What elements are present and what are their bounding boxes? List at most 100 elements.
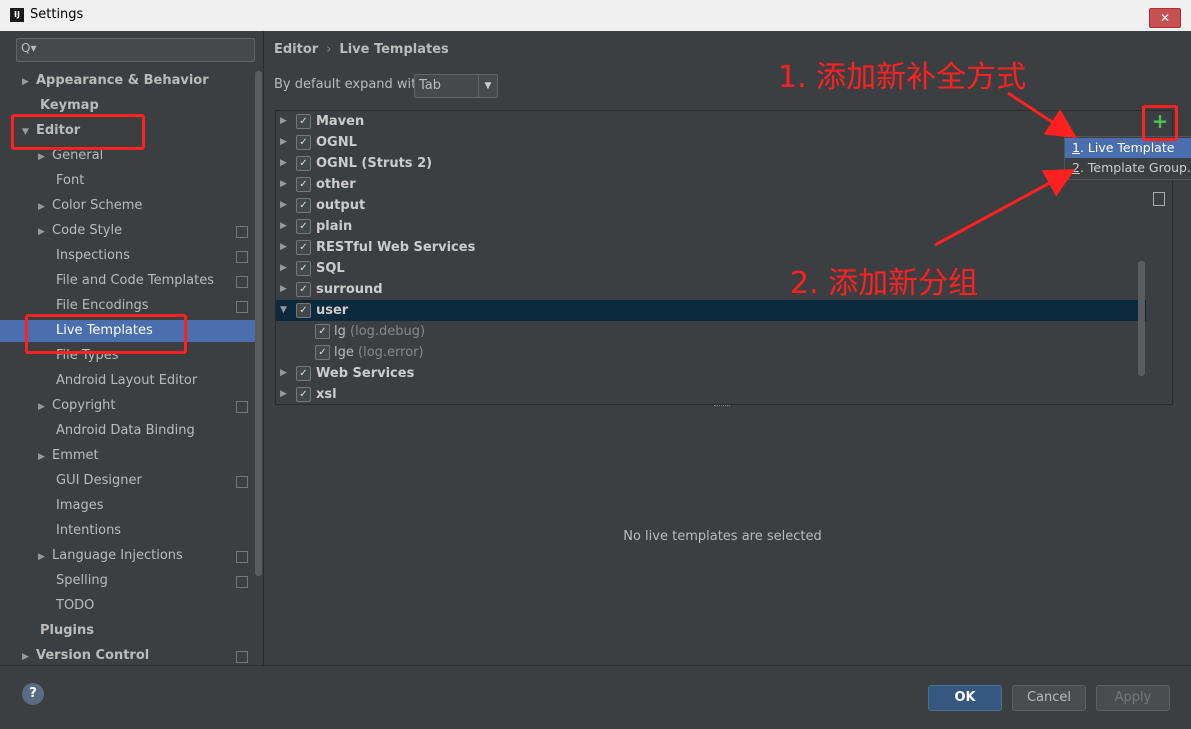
group-checkbox[interactable]: ✓ [296,219,311,234]
sidebar-item-images[interactable]: Images [56,495,104,517]
chevron-right-icon: ▶ [38,452,45,462]
group-checkbox[interactable]: ✓ [296,135,311,150]
group-checkbox[interactable]: ✓ [296,282,311,297]
search-icon: Q▾ [21,41,37,55]
duplicate-icon[interactable] [1153,192,1165,206]
chevron-right-icon: ▶ [280,368,287,378]
group-checkbox[interactable]: ✓ [296,366,311,381]
add-popup-menu: 1. Live Template 2. Template Group... [1064,136,1191,180]
sidebar-item-file-types[interactable]: File Types [56,345,119,367]
sidebar-item-color-scheme[interactable]: ▶ Color Scheme [38,195,142,217]
template-group-row[interactable]: ▶ ✓ Web Services [276,363,1146,384]
sidebar-item-gui-designer[interactable]: GUI Designer [56,470,142,492]
template-group-row[interactable]: ▶ ✓ xsl [276,384,1146,404]
window-title: Settings [30,7,84,22]
chevron-right-icon: ▶ [280,221,287,231]
group-checkbox[interactable]: ✓ [296,387,311,402]
project-scope-icon [236,576,248,588]
cancel-button[interactable]: Cancel [1012,685,1086,711]
expand-with-select[interactable]: Tab ▼ [414,74,498,98]
group-checkbox[interactable]: ✓ [296,240,311,255]
splitter-handle[interactable] [714,405,730,408]
sidebar-item-android-layout-editor[interactable]: Android Layout Editor [56,370,197,392]
template-row[interactable]: ✓ lge (log.error) [276,342,1146,363]
dialog-footer: ? OK Cancel Apply [0,665,1191,729]
sidebar-item-inspections[interactable]: Inspections [56,245,130,267]
chevron-right-icon: ▶ [38,202,45,212]
template-group-row[interactable]: ▶ ✓ SQL [276,258,1146,279]
sidebar-item-editor[interactable]: ▼ Editor [22,120,80,142]
sidebar-item-todo[interactable]: TODO [56,595,94,617]
ok-button[interactable]: OK [928,685,1002,711]
apply-button[interactable]: Apply [1096,685,1170,711]
sidebar-item-spelling[interactable]: Spelling [56,570,108,592]
add-button[interactable]: + [1150,111,1170,132]
template-group-row[interactable]: ▶ ✓ Maven [276,111,1146,132]
group-checkbox[interactable]: ✓ [296,156,311,171]
template-group-row[interactable]: ▶ ✓ OGNL [276,132,1146,153]
template-group-row[interactable]: ▶ ✓ surround [276,279,1146,300]
project-scope-icon [236,401,248,413]
template-group-row[interactable]: ▶ ✓ plain [276,216,1146,237]
template-group-row-user[interactable]: ▼ ✓ user [276,300,1146,321]
group-checkbox[interactable]: ✓ [296,261,311,276]
project-scope-icon [236,551,248,563]
chevron-down-icon: ▼ [280,305,287,315]
sidebar-item-file-code-templates[interactable]: File and Code Templates [56,270,214,292]
sidebar-item-live-templates[interactable]: Live Templates [0,320,262,342]
search-input[interactable]: Q▾ [16,38,255,62]
sidebar-item-android-data-binding[interactable]: Android Data Binding [56,420,195,442]
project-scope-icon [236,651,248,663]
intellij-logo-icon: IJ [10,8,24,22]
list-scrollbar[interactable] [1138,261,1145,376]
sidebar-item-intentions[interactable]: Intentions [56,520,121,542]
sidebar-item-general[interactable]: ▶ General [38,145,103,167]
group-checkbox[interactable]: ✓ [296,303,311,318]
chevron-right-icon: ▶ [38,552,45,562]
chevron-right-icon: ▶ [280,116,287,126]
settings-window: IJ Settings ✕ Q▾ ▶ Appearance & Behavior … [0,0,1191,729]
project-scope-icon [236,476,248,488]
chevron-right-icon: ▶ [38,227,45,237]
template-group-row[interactable]: ▶ ✓ OGNL (Struts 2) [276,153,1146,174]
group-checkbox[interactable]: ✓ [296,198,311,213]
menu-item-template-group[interactable]: 2. Template Group... [1065,158,1191,178]
chevron-right-icon: ▶ [280,389,287,399]
menu-item-live-template[interactable]: 1. Live Template [1065,138,1191,158]
sidebar-item-emmet[interactable]: ▶ Emmet [38,445,99,467]
sidebar-item-keymap[interactable]: Keymap [40,95,99,117]
sidebar-item-copyright[interactable]: ▶ Copyright [38,395,116,417]
chevron-right-icon: ▶ [22,77,29,87]
chevron-right-icon: ▶ [280,242,287,252]
project-scope-icon [236,301,248,313]
chevron-down-icon: ▼ [22,127,29,137]
chevron-right-icon: ▶ [38,152,45,162]
group-checkbox[interactable]: ✓ [296,114,311,129]
expand-with-label: By default expand with [274,77,425,92]
chevron-right-icon: ▶ [280,200,287,210]
sidebar-scrollbar[interactable] [255,71,262,576]
sidebar-item-font[interactable]: Font [56,170,84,192]
close-button[interactable]: ✕ [1149,8,1181,28]
sidebar-item-appearance[interactable]: ▶ Appearance & Behavior [22,70,209,92]
sidebar-item-file-encodings[interactable]: File Encodings [56,295,149,317]
chevron-right-icon: ▶ [280,179,287,189]
sidebar-item-plugins[interactable]: Plugins [40,620,94,642]
template-checkbox[interactable]: ✓ [315,324,330,339]
live-templates-panel: Editor › Live Templates By default expand … [264,31,1191,665]
template-group-row[interactable]: ▶ ✓ RESTful Web Services [276,237,1146,258]
breadcrumb: Editor › Live Templates [274,42,449,57]
chevron-right-icon: ▶ [280,137,287,147]
template-row[interactable]: ✓ lg (log.debug) [276,321,1146,342]
group-checkbox[interactable]: ✓ [296,177,311,192]
template-checkbox[interactable]: ✓ [315,345,330,360]
template-groups-tree[interactable]: ▶ ✓ Maven ▶ ✓ OGNL ▶ ✓ OGNL (Struts 2) ▶ ✓ other… [275,110,1147,405]
sidebar-item-language-injections[interactable]: ▶ Language Injections [38,545,183,567]
close-icon: ✕ [1159,11,1171,25]
project-scope-icon [236,251,248,263]
sidebar-item-code-style[interactable]: ▶ Code Style [38,220,122,242]
sidebar-item-version-control[interactable]: ▶ Version Control [22,645,149,667]
help-button[interactable]: ? [22,683,44,705]
template-group-row[interactable]: ▶ ✓ output [276,195,1146,216]
template-group-row[interactable]: ▶ ✓ other [276,174,1146,195]
